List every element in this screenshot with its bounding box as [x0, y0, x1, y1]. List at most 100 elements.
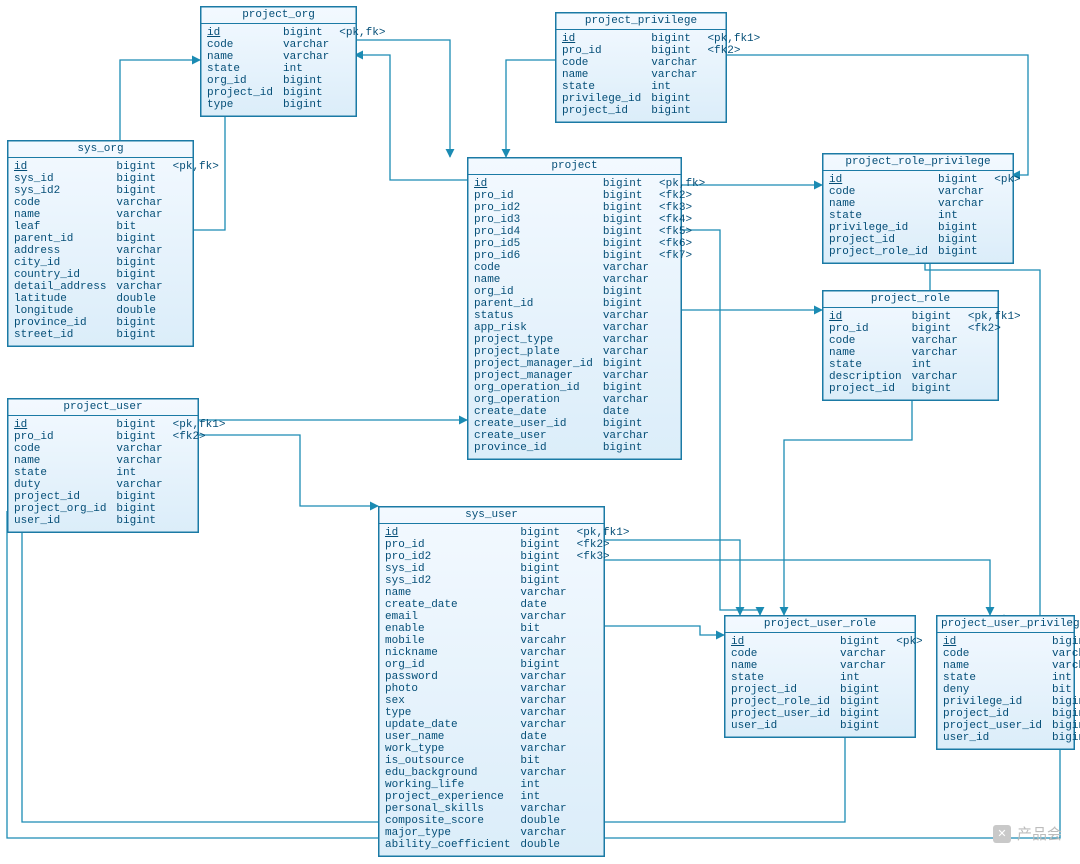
column-name: project_plate [474, 346, 593, 358]
entity-columns: idbigint<pk>codevarcharnamevarcharstatei… [725, 633, 915, 737]
column-name: project_type [474, 334, 593, 346]
column-type: varchar [912, 371, 958, 383]
column-type: bigint [603, 214, 649, 226]
column-type: varchar [938, 186, 984, 198]
column-type: bigint [603, 250, 649, 262]
column-key [577, 815, 630, 827]
column-key: <fk3> [577, 551, 630, 563]
column-key: <fk4> [659, 214, 705, 226]
column-type: int [1052, 672, 1080, 684]
column-key: <fk7> [659, 250, 705, 262]
column-type: bigint [116, 419, 162, 431]
column-type: varchar [603, 310, 649, 322]
column-name: pro_id [14, 431, 106, 443]
column-name: org_operation [474, 394, 593, 406]
column-key: <pk,fk1> [707, 33, 760, 45]
column-name: project_id [829, 234, 928, 246]
column-type: bigint [840, 684, 886, 696]
column-type: bigint [520, 563, 566, 575]
watermark-text: 产品会 [1017, 823, 1062, 844]
column-key [968, 335, 1021, 347]
column-name: org_operation_id [474, 382, 593, 394]
column-name: code [562, 57, 641, 69]
column-key [173, 281, 219, 293]
column-name: name [562, 69, 641, 81]
column-name: project_id [829, 383, 902, 395]
column-type: varchar [520, 803, 566, 815]
column-name: project_user_id [943, 720, 1042, 732]
column-key [707, 81, 760, 93]
column-key [339, 99, 385, 111]
column-name: id [829, 311, 902, 323]
column-name: code [829, 335, 902, 347]
column-name: code [14, 443, 106, 455]
column-name: deny [943, 684, 1042, 696]
entity-title: project_user [8, 399, 198, 416]
column-type: bigint [1052, 696, 1080, 708]
column-type: bigint [116, 317, 162, 329]
column-key [659, 334, 705, 346]
column-name: name [474, 274, 593, 286]
column-key: <fk2> [707, 45, 760, 57]
column-type: varchar [520, 743, 566, 755]
column-type: bigint [1052, 720, 1080, 732]
column-type: bigint [116, 329, 162, 341]
column-key [659, 286, 705, 298]
column-key [659, 406, 705, 418]
column-key [339, 87, 385, 99]
column-key [173, 305, 219, 317]
column-name: state [943, 672, 1042, 684]
column-type: bigint [116, 185, 162, 197]
entity-columns: idbigint<pk,fk1>pro_idbigint<fk2>codevar… [823, 308, 998, 400]
column-key [994, 198, 1020, 210]
column-type: varchar [116, 443, 162, 455]
column-key [968, 347, 1021, 359]
column-name: detail_address [14, 281, 106, 293]
column-key: <fk2> [577, 539, 630, 551]
column-type: varchar [116, 245, 162, 257]
column-type: date [520, 731, 566, 743]
column-key [339, 63, 385, 75]
entity-title: sys_user [379, 507, 604, 524]
column-name: code [207, 39, 273, 51]
column-type: bigint [912, 311, 958, 323]
column-key [994, 210, 1020, 222]
column-key [577, 707, 630, 719]
column-key [577, 767, 630, 779]
column-type: int [520, 791, 566, 803]
column-key [577, 683, 630, 695]
column-name: create_user_id [474, 418, 593, 430]
column-type: bigint [603, 286, 649, 298]
column-type: bigint [283, 87, 329, 99]
entity-project_privilege: project_privilegeidbigint<pk,fk1>pro_idb… [555, 12, 727, 123]
column-key [173, 173, 219, 185]
column-key: <pk> [896, 636, 922, 648]
column-type: varcahr [520, 635, 566, 647]
column-type: varchar [603, 370, 649, 382]
column-name: pro_id2 [385, 551, 510, 563]
column-name: code [829, 186, 928, 198]
column-type: bigint [1052, 708, 1080, 720]
column-name: id [474, 178, 593, 190]
column-name: org_id [207, 75, 273, 87]
column-name: parent_id [474, 298, 593, 310]
entity-columns: idbigint<pk,fk>codevarcharnamevarcharsta… [201, 24, 356, 116]
column-type: bigint [651, 105, 697, 117]
column-key [577, 647, 630, 659]
entity-sys_user: sys_useridbigint<pk,fk1>pro_idbigint<fk2… [378, 506, 605, 857]
column-type: varchar [938, 198, 984, 210]
column-type: varchar [283, 39, 329, 51]
entity-columns: idbigint<pk,fk1>pro_idbigint<fk2>codevar… [556, 30, 726, 122]
column-key [707, 69, 760, 81]
entity-columns: idbigint<pk,fk>pro_idbigint<fk2>pro_id2b… [468, 175, 681, 459]
column-key [994, 186, 1020, 198]
entity-columns: idbigint<pk,fk>sys_idbigintsys_id2bigint… [8, 158, 193, 346]
column-type: varchar [520, 647, 566, 659]
column-key [173, 197, 219, 209]
column-type: bigint [603, 190, 649, 202]
column-name: state [731, 672, 830, 684]
column-name: project_id [943, 708, 1042, 720]
column-name: sys_id2 [14, 185, 106, 197]
column-key [339, 51, 385, 63]
column-name: app_risk [474, 322, 593, 334]
